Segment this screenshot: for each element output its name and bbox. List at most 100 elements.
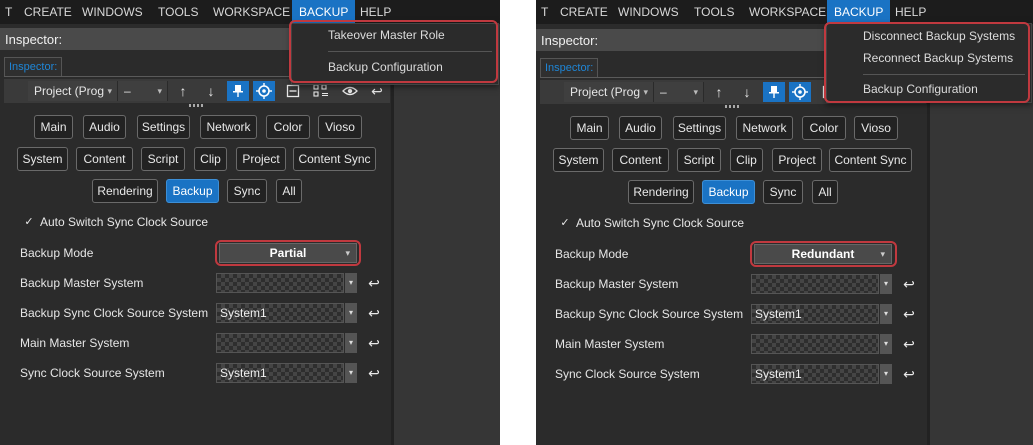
chevron-down-icon: ▾ xyxy=(157,86,162,96)
sync-clock-source-system-field[interactable]: System1 xyxy=(216,363,344,383)
menu-bar: T CREATE WINDOWS TOOLS WORKSPACE BACKUP … xyxy=(536,0,1033,24)
backup-master-system-field[interactable] xyxy=(751,274,879,294)
filter-vioso[interactable]: Vioso xyxy=(854,116,898,140)
reset-icon[interactable]: ↩ xyxy=(902,304,916,324)
filter-main[interactable]: Main xyxy=(570,116,609,140)
main-master-system-field[interactable] xyxy=(216,333,344,353)
filter-vioso[interactable]: Vioso xyxy=(318,115,362,139)
filter-backup[interactable]: Backup xyxy=(702,180,755,204)
menu-takeover-master-role[interactable]: Takeover Master Role xyxy=(292,24,498,46)
target-icon[interactable] xyxy=(253,81,275,101)
reset-icon[interactable]: ↩ xyxy=(367,303,381,323)
filter-project[interactable]: Project xyxy=(772,148,822,172)
reset-icon[interactable]: ↩ xyxy=(367,273,381,293)
filter-all[interactable]: All xyxy=(812,180,838,204)
filter-project[interactable]: Project xyxy=(236,147,286,171)
menu-item-windows[interactable]: WINDOWS xyxy=(611,0,686,24)
menu-item-backup[interactable]: BACKUP xyxy=(827,0,891,24)
filter-system[interactable]: System xyxy=(17,147,68,171)
filter-system[interactable]: System xyxy=(553,148,604,172)
menu-item-help[interactable]: HELP xyxy=(888,0,933,24)
tab-inspector[interactable]: Inspector: xyxy=(4,57,63,76)
backup-sync-clock-source-field[interactable]: System1 xyxy=(216,303,344,323)
menu-item-create[interactable]: CREATE xyxy=(553,0,615,24)
chevron-down-icon[interactable]: ▾ xyxy=(345,303,357,323)
secondary-dropdown[interactable]: – ▾ xyxy=(654,82,704,102)
filter-sync[interactable]: Sync xyxy=(763,180,803,204)
filter-color[interactable]: Color xyxy=(266,115,310,139)
reset-icon[interactable]: ↩ xyxy=(367,363,381,383)
backup-mode-dropdown[interactable]: Redundant ▾ xyxy=(754,244,892,264)
menu-item-backup[interactable]: BACKUP xyxy=(292,0,356,24)
auto-switch-checkbox[interactable]: ✓ xyxy=(22,215,36,229)
tab-inspector[interactable]: Inspector: xyxy=(540,58,599,77)
menu-separator xyxy=(863,74,1025,75)
chevron-down-icon[interactable]: ▾ xyxy=(880,334,892,354)
filter-settings[interactable]: Settings xyxy=(673,116,726,140)
chevron-down-icon[interactable]: ▾ xyxy=(345,363,357,383)
pin-icon[interactable] xyxy=(763,82,785,102)
backup-master-system-field[interactable] xyxy=(216,273,344,293)
reset-icon[interactable]: ↩ xyxy=(902,364,916,384)
menu-item-workspace[interactable]: WORKSPACE xyxy=(742,0,833,24)
filter-content-sync[interactable]: Content Sync xyxy=(829,148,912,172)
menu-item-create[interactable]: CREATE xyxy=(17,0,79,24)
filter-content-sync[interactable]: Content Sync xyxy=(293,147,376,171)
menu-reconnect-backup-systems[interactable]: Reconnect Backup Systems xyxy=(827,47,1031,69)
reset-icon[interactable]: ↩ xyxy=(902,334,916,354)
filter-clip[interactable]: Clip xyxy=(730,148,763,172)
filter-color[interactable]: Color xyxy=(802,116,846,140)
grip-handle[interactable] xyxy=(189,104,203,107)
backup-mode-dropdown[interactable]: Partial ▾ xyxy=(219,243,357,263)
menu-backup-configuration[interactable]: Backup Configuration xyxy=(827,78,1031,100)
menu-item-help[interactable]: HELP xyxy=(353,0,398,24)
chevron-down-icon[interactable]: ▾ xyxy=(880,304,892,324)
filter-content[interactable]: Content xyxy=(612,148,669,172)
filter-network[interactable]: Network xyxy=(200,115,257,139)
arrow-up-icon[interactable]: ↑ xyxy=(708,82,730,102)
filter-audio[interactable]: Audio xyxy=(619,116,662,140)
filter-sync[interactable]: Sync xyxy=(227,179,267,203)
menu-disconnect-backup-systems[interactable]: Disconnect Backup Systems xyxy=(827,25,1031,47)
filter-settings[interactable]: Settings xyxy=(137,115,190,139)
label-backup-sync-clock-source: Backup Sync Clock Source System xyxy=(555,307,744,321)
label-backup-mode: Backup Mode xyxy=(555,247,629,261)
filter-all[interactable]: All xyxy=(276,179,302,203)
menu-item-tools[interactable]: TOOLS xyxy=(687,0,741,24)
chevron-down-icon[interactable]: ▾ xyxy=(345,333,357,353)
reset-icon[interactable]: ↩ xyxy=(367,333,381,353)
menu-backup-configuration[interactable]: Backup Configuration xyxy=(292,56,498,78)
chevron-down-icon[interactable]: ▾ xyxy=(880,364,892,384)
menu-item-windows[interactable]: WINDOWS xyxy=(75,0,150,24)
filter-script[interactable]: Script xyxy=(141,147,185,171)
filter-audio[interactable]: Audio xyxy=(83,115,126,139)
main-master-system-field[interactable] xyxy=(751,334,879,354)
filter-backup[interactable]: Backup xyxy=(166,179,219,203)
filter-clip[interactable]: Clip xyxy=(194,147,227,171)
chevron-down-icon[interactable]: ▾ xyxy=(880,274,892,294)
grip-handle[interactable] xyxy=(725,105,739,108)
target-icon[interactable] xyxy=(789,82,811,102)
sync-clock-source-system-field[interactable]: System1 xyxy=(751,364,879,384)
filter-network[interactable]: Network xyxy=(736,116,793,140)
arrow-down-icon[interactable]: ↓ xyxy=(736,82,758,102)
project-dropdown[interactable]: Project (Prog ▾ xyxy=(28,81,118,101)
label-backup-master-system: Backup Master System xyxy=(555,277,679,291)
filter-script[interactable]: Script xyxy=(677,148,721,172)
filter-rendering[interactable]: Rendering xyxy=(628,180,694,204)
right-screenshot-panel: T CREATE WINDOWS TOOLS WORKSPACE BACKUP … xyxy=(536,0,1033,445)
filter-rendering[interactable]: Rendering xyxy=(92,179,158,203)
pin-icon[interactable] xyxy=(227,81,249,101)
arrow-down-icon[interactable]: ↓ xyxy=(200,81,222,101)
reset-icon[interactable]: ↩ xyxy=(902,274,916,294)
menu-item-workspace[interactable]: WORKSPACE xyxy=(206,0,297,24)
menu-item-tools[interactable]: TOOLS xyxy=(151,0,205,24)
project-dropdown[interactable]: Project (Prog ▾ xyxy=(564,82,654,102)
backup-sync-clock-source-field[interactable]: System1 xyxy=(751,304,879,324)
filter-main[interactable]: Main xyxy=(34,115,73,139)
arrow-up-icon[interactable]: ↑ xyxy=(172,81,194,101)
auto-switch-checkbox[interactable]: ✓ xyxy=(558,216,572,230)
chevron-down-icon[interactable]: ▾ xyxy=(345,273,357,293)
filter-content[interactable]: Content xyxy=(76,147,133,171)
secondary-dropdown[interactable]: – ▾ xyxy=(118,81,168,101)
